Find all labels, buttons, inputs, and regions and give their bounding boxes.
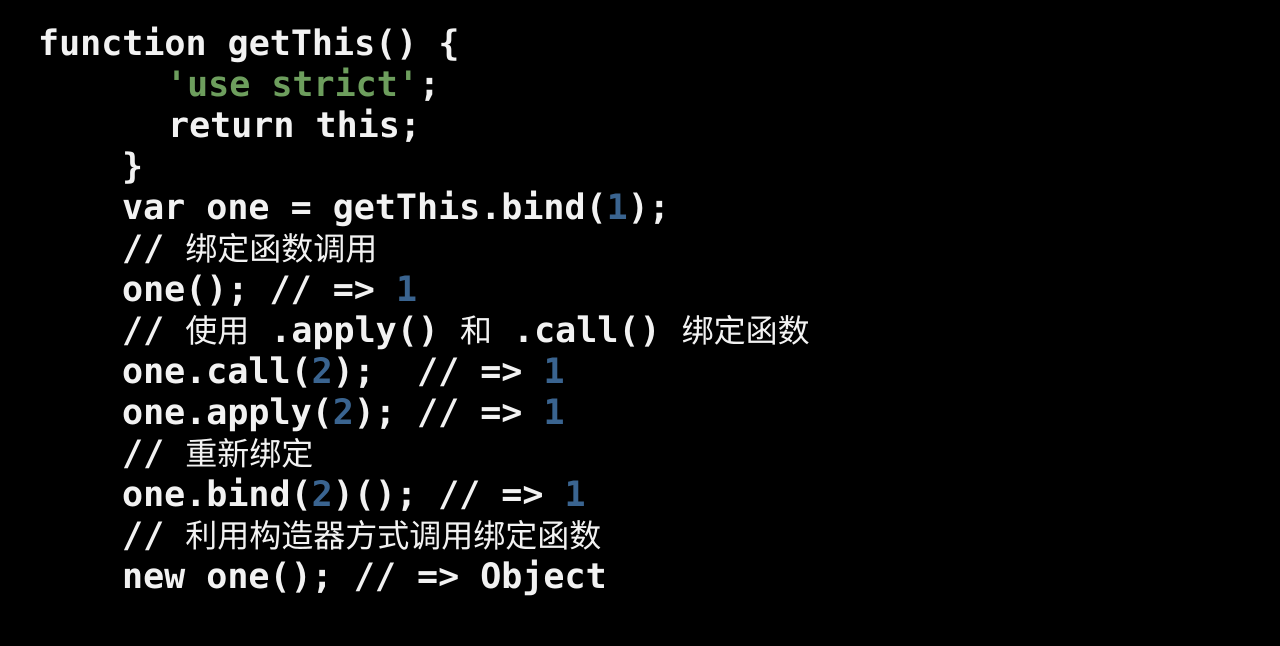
code-token-plain: one.apply( [122, 393, 333, 433]
code-token-comment-cjk: 重新绑定 [185, 435, 314, 473]
code-line: new one(); // => Object [0, 557, 1280, 598]
code-token-plain: return this; [168, 106, 421, 146]
code-token-plain: var one = getThis.bind( [122, 188, 607, 228]
code-token-plain: ); // => [353, 393, 544, 433]
code-token-number: 1 [564, 475, 586, 515]
code-token-plain: ); // => [332, 352, 544, 392]
code-token-number: 2 [311, 475, 333, 515]
code-token-number: 2 [332, 393, 354, 433]
code-token-comment-cjk: 绑定函数调用 [185, 230, 378, 268]
code-token-number: 1 [543, 352, 565, 392]
code-line: // 使用 .apply() 和 .call() 绑定函数 [0, 311, 1280, 352]
code-line: 'use strict'; [0, 65, 1280, 106]
code-token-comment-cjk: 和 [459, 312, 492, 350]
code-line: function getThis() { [0, 24, 1280, 65]
code-token-plain: one.call( [122, 352, 312, 392]
code-token-plain: one(); // => [122, 270, 396, 310]
code-token-plain: function getThis() { [38, 24, 460, 64]
code-token-comment-cjk: 利用构造器方式调用绑定函数 [185, 517, 602, 555]
code-line: // 利用构造器方式调用绑定函数 [0, 516, 1280, 557]
code-line: } [0, 147, 1280, 188]
code-line: one.call(2); // => 1 [0, 352, 1280, 393]
code-token-number: 2 [311, 352, 333, 392]
code-token-plain: ); [627, 188, 670, 228]
code-token-comment-cjk: 使用 [185, 312, 250, 350]
code-token-plain: one.bind( [122, 475, 312, 515]
code-line: one.bind(2)(); // => 1 [0, 475, 1280, 516]
code-token-number: 1 [606, 188, 628, 228]
code-line: var one = getThis.bind(1); [0, 188, 1280, 229]
code-token-plain: .call() [491, 311, 682, 351]
code-token-comment-cjk: 绑定函数 [681, 312, 810, 350]
code-token-plain: // [122, 434, 186, 474]
code-line: // 绑定函数调用 [0, 229, 1280, 270]
code-line: one(); // => 1 [0, 270, 1280, 311]
code-line: return this; [0, 106, 1280, 147]
code-slide: function getThis() {'use strict'; return … [0, 0, 1280, 646]
code-token-string: 'use strict' [166, 65, 419, 105]
code-block: function getThis() {'use strict'; return … [0, 24, 1280, 598]
code-line: // 重新绑定 [0, 434, 1280, 475]
code-token-plain: new one(); // => Object [122, 557, 607, 597]
code-token-plain: .apply() [249, 311, 460, 351]
code-token-plain: // [122, 516, 186, 556]
code-token-plain: // [122, 229, 186, 269]
code-token-plain: // [122, 311, 186, 351]
code-token-number: 1 [543, 393, 565, 433]
code-line: one.apply(2); // => 1 [0, 393, 1280, 434]
code-token-number: 1 [395, 270, 418, 310]
code-token-plain: ; [418, 65, 440, 105]
code-token-plain: } [122, 147, 144, 187]
code-token-plain: )(); // => [332, 475, 565, 515]
